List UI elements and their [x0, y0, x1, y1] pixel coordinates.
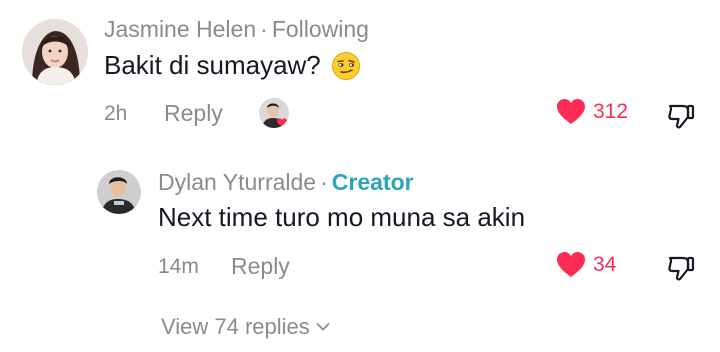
view-replies-button[interactable]: View 74 replies: [161, 314, 330, 340]
chevron-down-icon: [316, 323, 330, 331]
reply-reply-button[interactable]: Reply: [231, 253, 290, 280]
creator-liked-avatar: [259, 98, 289, 128]
reply-like-count: 34: [593, 252, 617, 276]
dislike-icon[interactable]: [666, 100, 696, 130]
comment-like-button[interactable]: 312: [556, 98, 628, 125]
heart-filled-icon: [557, 252, 585, 277]
creator-avatar[interactable]: [97, 170, 141, 214]
commenter-avatar[interactable]: [22, 19, 88, 85]
comment-text: Bakit di sumayaw?: [104, 50, 321, 80]
comment-like-count: 312: [593, 99, 629, 123]
dislike-icon[interactable]: [666, 252, 696, 282]
following-label: Following: [271, 16, 369, 42]
view-replies-label: View 74 replies: [161, 314, 310, 339]
reply-author-separator: ·: [320, 169, 328, 195]
comment-timestamp: 2h: [104, 102, 128, 125]
reply-text-row: Next time turo mo muna sa akin: [158, 202, 525, 233]
comment-author-name[interactable]: Jasmine Helen: [104, 16, 256, 42]
reply-author-line: Dylan Yturralde · Creator: [158, 169, 414, 196]
heart-filled-icon: [557, 99, 585, 124]
reply-timestamp: 14m: [158, 255, 199, 278]
smirk-face-icon: [331, 51, 361, 81]
creator-badge: Creator: [331, 169, 414, 195]
reply-text: Next time turo mo muna sa akin: [158, 202, 526, 232]
comment-text-row: Bakit di sumayaw?: [104, 50, 361, 81]
reply-like-button[interactable]: 34: [556, 251, 616, 278]
author-separator: ·: [260, 16, 268, 42]
reply-author-name[interactable]: Dylan Yturralde: [158, 169, 316, 195]
comment-author-line: Jasmine Helen · Following: [104, 16, 369, 43]
comment-reply-button[interactable]: Reply: [164, 100, 223, 127]
